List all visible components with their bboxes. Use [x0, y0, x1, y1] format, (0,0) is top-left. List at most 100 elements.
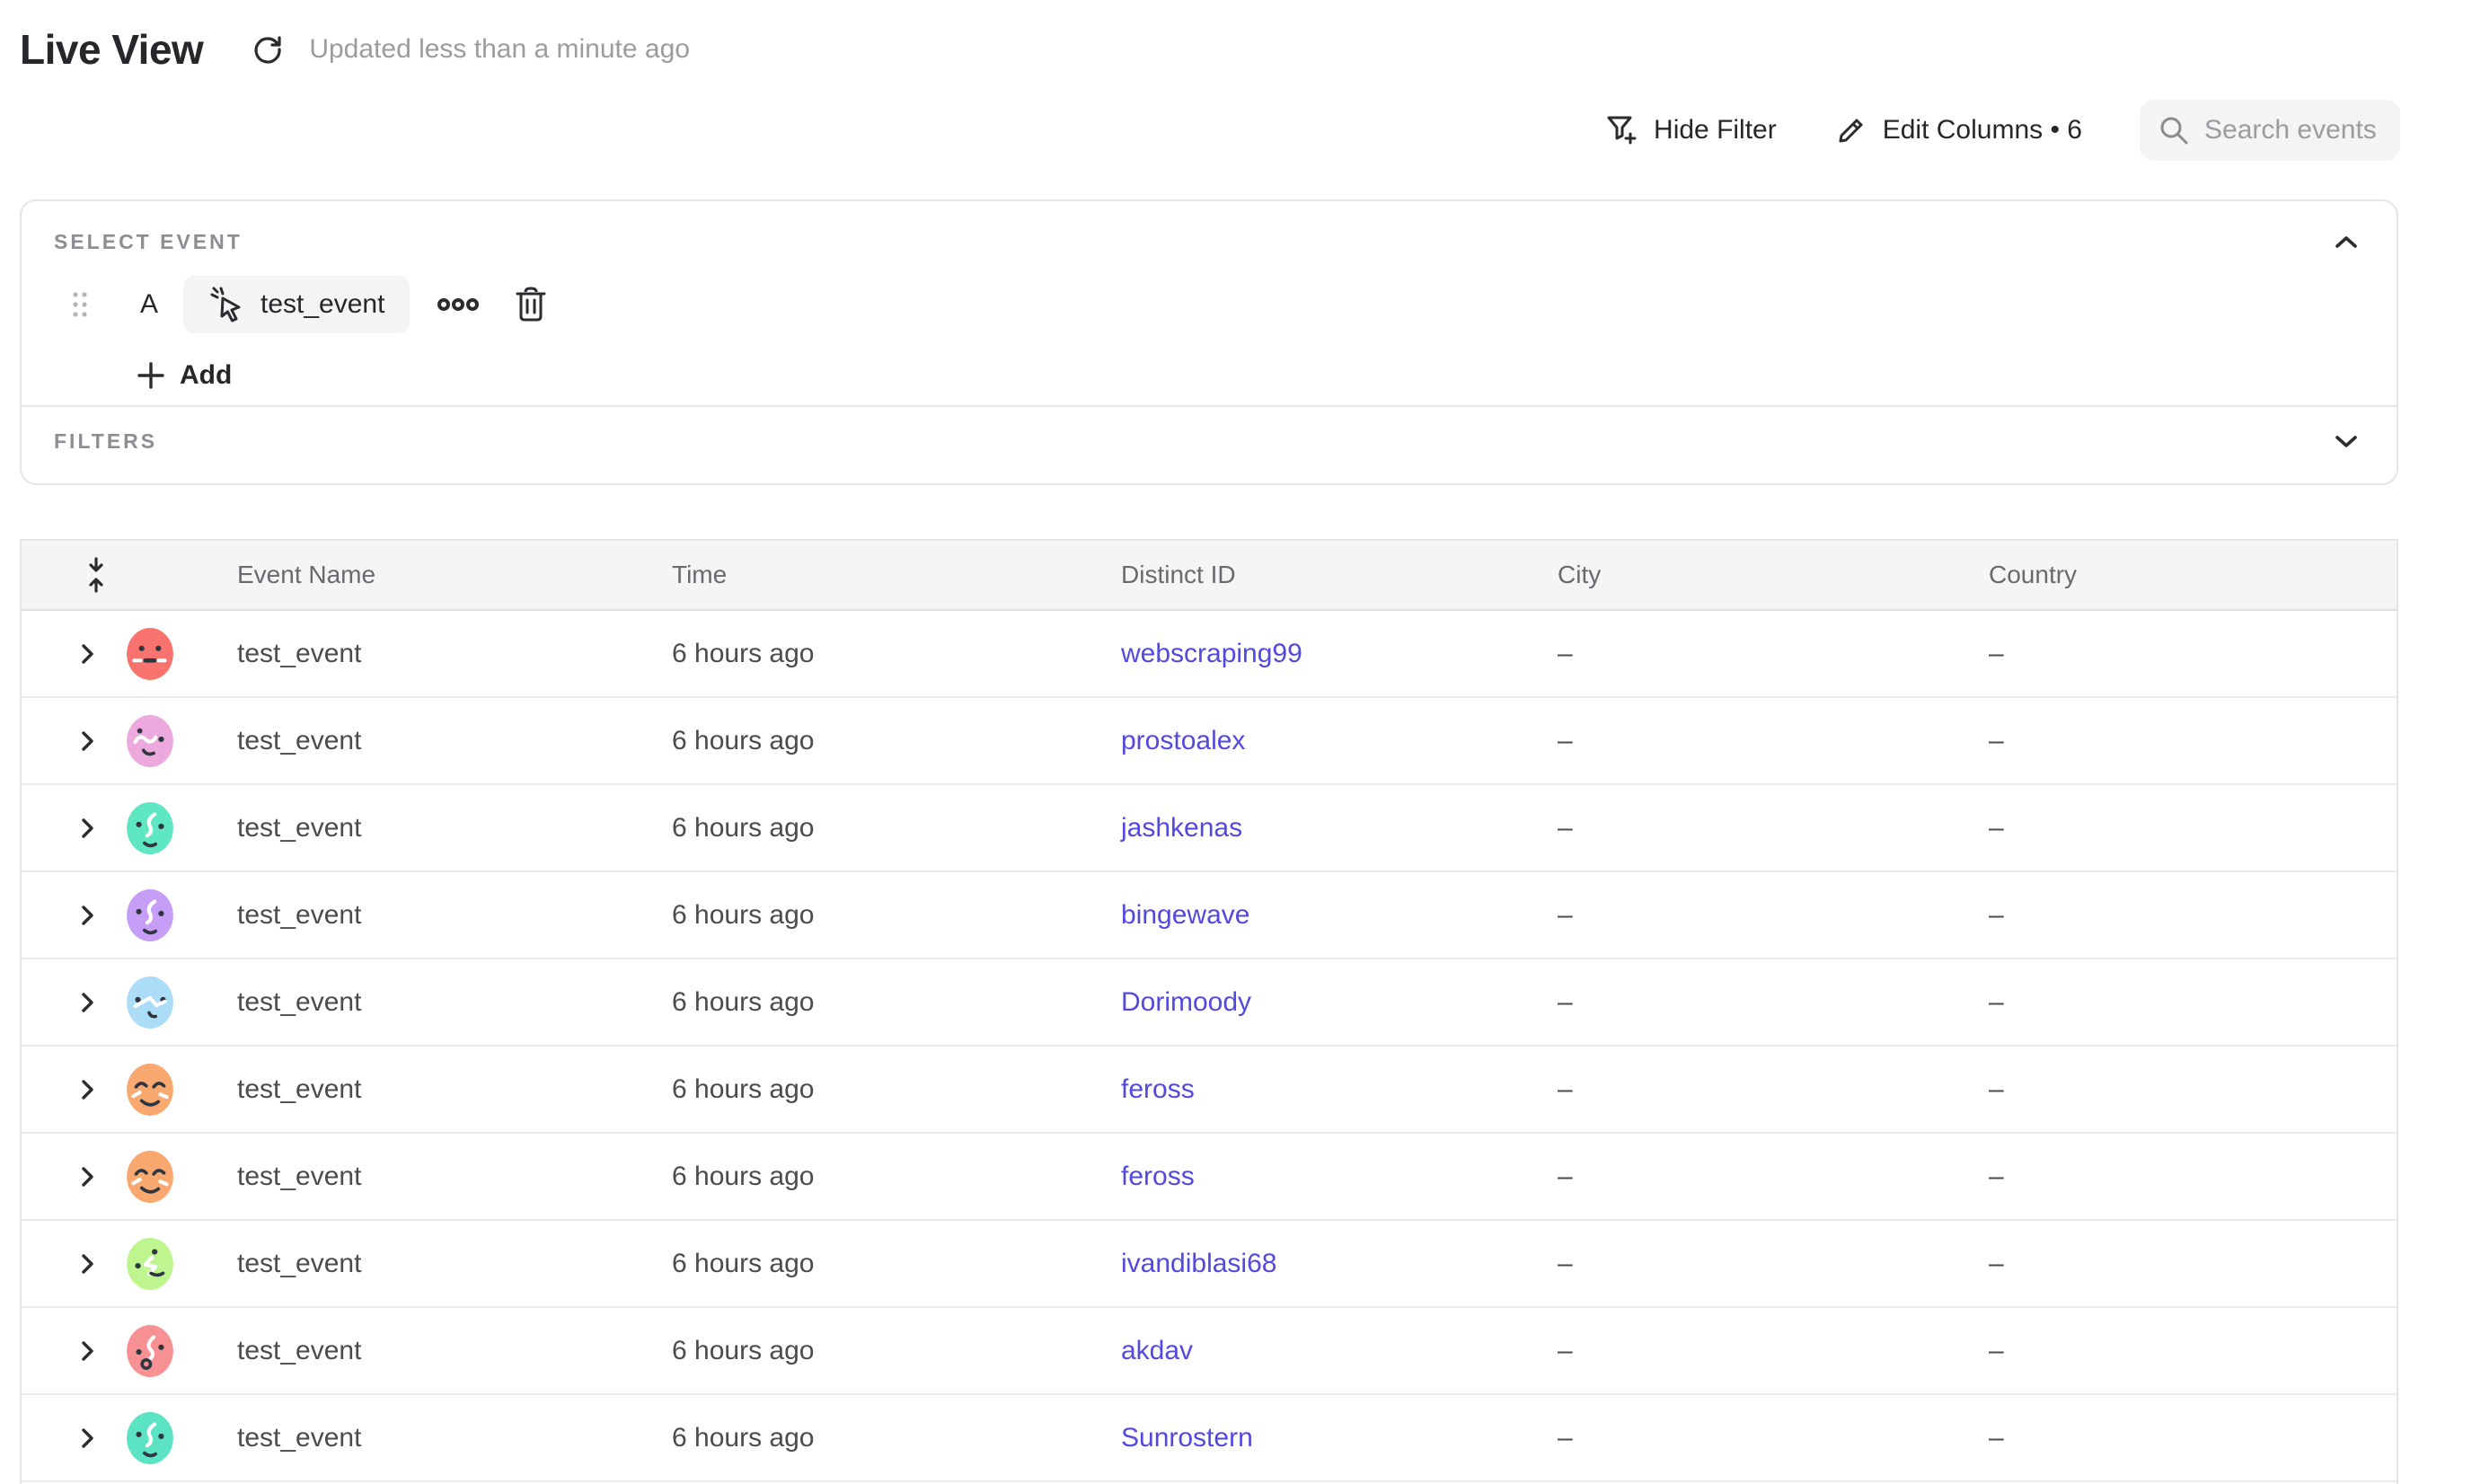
table-row: test_event 6 hours ago feross – –	[22, 1047, 2397, 1134]
city-cell: –	[1518, 726, 1949, 756]
row-controls-cell	[22, 1221, 198, 1306]
chevron-right-icon[interactable]	[79, 905, 99, 926]
row-controls-cell	[22, 698, 198, 783]
ellipsis-icon	[437, 296, 480, 313]
time-cell: 6 hours ago	[632, 1423, 1082, 1453]
chevron-down-icon	[2334, 433, 2359, 449]
row-controls-cell	[22, 611, 198, 696]
filter-plus-icon	[1603, 112, 1639, 148]
distinct-id-link[interactable]: Dorimoody	[1121, 987, 1251, 1017]
city-cell: –	[1518, 813, 1949, 844]
filters-section-header: FILTERS	[22, 407, 2397, 475]
column-header-distinct-id: Distinct ID	[1082, 561, 1518, 589]
event-name-cell: test_event	[198, 987, 632, 1018]
distinct-id-cell: Dorimoody	[1082, 987, 1518, 1018]
chevron-right-icon[interactable]	[79, 1166, 99, 1188]
refresh-icon	[250, 31, 286, 67]
distinct-id-link[interactable]: webscraping99	[1121, 639, 1302, 668]
select-event-section-header: SELECT EVENT	[22, 201, 2397, 254]
time-cell: 6 hours ago	[632, 987, 1082, 1018]
event-more-options-button[interactable]	[437, 296, 480, 313]
hide-filter-button[interactable]: Hide Filter	[1603, 112, 1777, 148]
table-body: test_event 6 hours ago webscraping99 – –	[22, 611, 2397, 1482]
table-row: test_event 6 hours ago Dorimoody – –	[22, 959, 2397, 1047]
avatar	[126, 1150, 174, 1204]
avatar	[126, 801, 174, 855]
event-row: A test_event	[72, 276, 2397, 333]
chevron-right-icon[interactable]	[79, 1427, 99, 1449]
event-letter: A	[140, 289, 158, 320]
row-controls-cell	[22, 959, 198, 1045]
chevron-right-icon[interactable]	[79, 1340, 99, 1362]
distinct-id-cell: akdav	[1082, 1336, 1518, 1366]
delete-event-button[interactable]	[514, 286, 548, 323]
time-cell: 6 hours ago	[632, 900, 1082, 931]
event-name-cell: test_event	[198, 1074, 632, 1105]
table-row: test_event 6 hours ago bingewave – –	[22, 872, 2397, 959]
country-cell: –	[1949, 1336, 2397, 1366]
collapse-rows-icon[interactable]	[84, 557, 108, 593]
add-event-button[interactable]: Add	[137, 360, 232, 391]
city-cell: –	[1518, 900, 1949, 931]
chevron-right-icon[interactable]	[79, 730, 99, 752]
expand-filters-button[interactable]	[2334, 433, 2359, 449]
plus-icon	[137, 361, 165, 390]
title-row: Live View Updated less than a minute ago	[20, 25, 690, 74]
events-table: Event Name Time Distinct ID City Country	[20, 539, 2398, 1484]
collapse-select-event-button[interactable]	[2334, 234, 2359, 251]
time-cell: 6 hours ago	[632, 639, 1082, 669]
table-row: test_event 6 hours ago ivandiblasi68 – –	[22, 1221, 2397, 1308]
table-row: test_event 6 hours ago Sunrostern – –	[22, 1395, 2397, 1482]
city-cell: –	[1518, 1336, 1949, 1366]
event-select-button[interactable]: test_event	[183, 276, 410, 333]
event-name-cell: test_event	[198, 1249, 632, 1279]
select-event-label: SELECT EVENT	[54, 230, 243, 254]
event-name-cell: test_event	[198, 900, 632, 931]
chevron-right-icon[interactable]	[79, 643, 99, 665]
event-name-cell: test_event	[198, 1162, 632, 1192]
query-builder-panel: SELECT EVENT A	[20, 199, 2398, 485]
chevron-right-icon[interactable]	[79, 1253, 99, 1275]
time-cell: 6 hours ago	[632, 1074, 1082, 1105]
avatar	[126, 627, 174, 681]
city-cell: –	[1518, 987, 1949, 1018]
distinct-id-link[interactable]: ivandiblasi68	[1121, 1249, 1276, 1278]
city-cell: –	[1518, 639, 1949, 669]
distinct-id-link[interactable]: akdav	[1121, 1336, 1193, 1365]
avatar	[126, 1411, 174, 1465]
distinct-id-link[interactable]: bingewave	[1121, 900, 1249, 930]
distinct-id-link[interactable]: feross	[1121, 1162, 1195, 1191]
avatar	[126, 1063, 174, 1117]
time-cell: 6 hours ago	[632, 1162, 1082, 1192]
row-controls-cell	[22, 872, 198, 958]
distinct-id-cell: webscraping99	[1082, 639, 1518, 669]
distinct-id-cell: prostoalex	[1082, 726, 1518, 756]
distinct-id-cell: feross	[1082, 1074, 1518, 1105]
avatar	[126, 1324, 174, 1378]
column-header-country: Country	[1949, 561, 2397, 589]
row-controls-cell	[22, 1395, 198, 1480]
chevron-right-icon[interactable]	[79, 992, 99, 1013]
search-events-input[interactable]	[2204, 115, 2382, 146]
row-controls-cell	[22, 1047, 198, 1132]
distinct-id-link[interactable]: feross	[1121, 1074, 1195, 1104]
distinct-id-cell: ivandiblasi68	[1082, 1249, 1518, 1279]
chevron-right-icon[interactable]	[79, 817, 99, 839]
chevron-right-icon[interactable]	[79, 1079, 99, 1100]
page-title: Live View	[20, 25, 203, 74]
table-row: test_event 6 hours ago webscraping99 – –	[22, 611, 2397, 698]
event-chip-label: test_event	[260, 289, 384, 320]
refresh-button[interactable]	[248, 30, 287, 69]
distinct-id-link[interactable]: Sunrostern	[1121, 1423, 1253, 1453]
edit-columns-button[interactable]: Edit Columns • 6	[1834, 113, 2082, 147]
table-row: test_event 6 hours ago prostoalex – –	[22, 698, 2397, 785]
drag-handle-icon[interactable]	[72, 290, 88, 319]
updated-status: Updated less than a minute ago	[309, 34, 690, 65]
time-cell: 6 hours ago	[632, 726, 1082, 756]
distinct-id-cell: feross	[1082, 1162, 1518, 1192]
event-name-cell: test_event	[198, 726, 632, 756]
distinct-id-link[interactable]: prostoalex	[1121, 726, 1245, 755]
distinct-id-cell: jashkenas	[1082, 813, 1518, 844]
distinct-id-link[interactable]: jashkenas	[1121, 813, 1242, 843]
row-controls-cell	[22, 1134, 198, 1219]
